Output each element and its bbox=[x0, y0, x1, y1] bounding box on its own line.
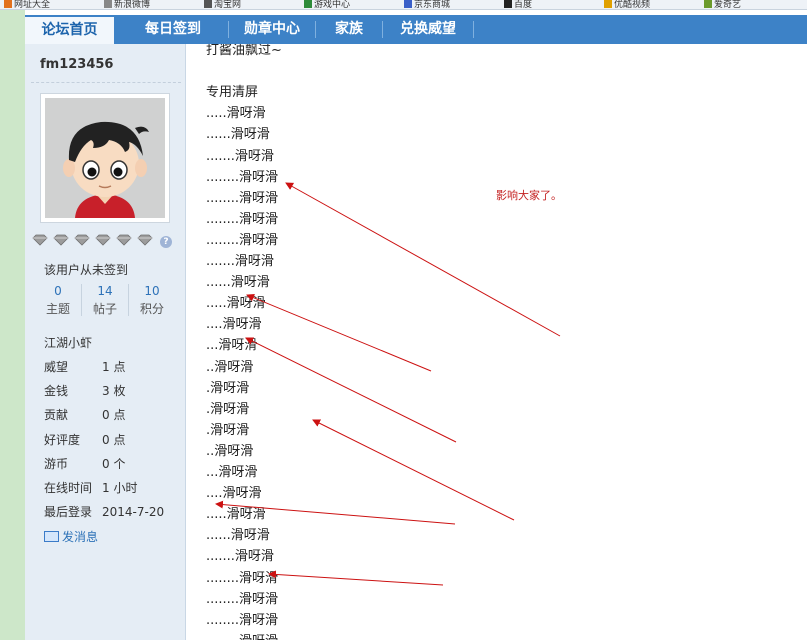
stat-label: 积分 bbox=[139, 302, 164, 316]
info-value: 0 点 bbox=[102, 433, 126, 447]
bookmark-favicon-icon bbox=[404, 0, 412, 8]
cartoon-boy-icon bbox=[45, 98, 165, 218]
bookmark-label: 网址大全 bbox=[14, 0, 51, 10]
info-key: 好评度 bbox=[44, 433, 81, 447]
stat-value: 14 bbox=[97, 284, 113, 298]
username-link[interactable]: fm123456 bbox=[40, 57, 113, 72]
bookmark-label: 京东商城 bbox=[414, 0, 451, 10]
info-row-last-login: 最后登录 2014-7-20 bbox=[44, 503, 164, 520]
tab-exchange-prestige[interactable]: 兑换威望 bbox=[383, 15, 473, 44]
info-row-rating: 好评度 0 点 bbox=[44, 431, 125, 448]
tab-medal-center[interactable]: 勋章中心 bbox=[229, 15, 315, 44]
help-question-icon[interactable]: ? bbox=[160, 236, 172, 248]
bookmark-item[interactable]: 网址大全 bbox=[4, 0, 51, 10]
bookmark-label: 淘宝网 bbox=[214, 0, 242, 10]
envelope-icon bbox=[44, 531, 59, 542]
info-value: 0 个 bbox=[102, 457, 126, 471]
stat-value: 10 bbox=[144, 284, 160, 298]
red-arrow bbox=[246, 293, 432, 372]
tab-family[interactable]: 家族 bbox=[316, 15, 382, 44]
left-side-strip bbox=[0, 10, 25, 640]
info-row-online-time: 在线时间 1 小时 bbox=[44, 479, 137, 496]
bookmark-item[interactable]: 爱奇艺 bbox=[704, 0, 742, 10]
stat-posts[interactable]: 14 帖子 bbox=[82, 284, 128, 317]
info-value: 0 点 bbox=[102, 408, 126, 422]
red-arrow bbox=[285, 182, 561, 337]
post-content: 打酱油飘过~ 专用清屏 .....滑呀滑 ......滑呀滑 .......滑呀滑...… bbox=[186, 44, 807, 640]
info-value: 1 点 bbox=[102, 360, 126, 374]
user-profile-sidebar: fm123456 ? 该用户从未签到 0 主题 14 帖子 10 积分 江湖小虾… bbox=[25, 44, 186, 640]
info-key: 金钱 bbox=[44, 384, 69, 398]
send-message-link[interactable]: 发消息 bbox=[44, 528, 98, 545]
info-key: 威望 bbox=[44, 360, 69, 374]
info-value: 2014-7-20 bbox=[102, 505, 165, 519]
bookmark-favicon-icon bbox=[4, 0, 12, 8]
bookmark-item[interactable]: 淘宝网 bbox=[204, 0, 242, 10]
red-arrow bbox=[215, 500, 456, 525]
info-value: 1 小时 bbox=[102, 481, 138, 495]
info-key: 游币 bbox=[44, 457, 69, 471]
red-arrow bbox=[268, 570, 444, 586]
bookmark-favicon-icon bbox=[304, 0, 312, 8]
checkin-status: 该用户从未签到 bbox=[44, 263, 129, 277]
info-row-contribution: 贡献 0 点 bbox=[44, 406, 125, 423]
stat-topics[interactable]: 0 主题 bbox=[35, 284, 81, 317]
tab-separator bbox=[473, 21, 474, 38]
bookmark-item[interactable]: 游戏中心 bbox=[304, 0, 351, 10]
diamond-icon bbox=[32, 234, 48, 246]
bookmark-item[interactable]: 百度 bbox=[504, 0, 533, 10]
bookmarks-bar: 网址大全 新浪微博 淘宝网 游戏中心 京东商城 百度 优酷视频 爱奇艺 bbox=[0, 0, 807, 10]
bookmark-label: 爱奇艺 bbox=[714, 0, 742, 10]
divider bbox=[31, 82, 181, 83]
send-message-label: 发消息 bbox=[62, 530, 99, 544]
bookmark-label: 新浪微博 bbox=[114, 0, 151, 10]
avatar[interactable] bbox=[40, 93, 170, 223]
stat-points[interactable]: 10 积分 bbox=[129, 284, 175, 317]
forum-nav: 论坛首页 每日签到 勋章中心 家族 兑换威望 bbox=[25, 15, 807, 44]
info-row-money: 金钱 3 枚 bbox=[44, 382, 125, 399]
bookmark-item[interactable]: 京东商城 bbox=[404, 0, 451, 10]
bookmark-favicon-icon bbox=[204, 0, 212, 8]
bookmark-item[interactable]: 优酷视频 bbox=[604, 0, 651, 10]
red-arrows-overlay bbox=[215, 182, 561, 586]
bookmark-favicon-icon bbox=[704, 0, 712, 8]
diamond-icon bbox=[137, 234, 153, 246]
red-arrow bbox=[312, 419, 515, 521]
info-key: 贡献 bbox=[44, 408, 69, 422]
stat-label: 主题 bbox=[45, 302, 70, 316]
bookmark-label: 优酷视频 bbox=[614, 0, 651, 10]
diamond-icon bbox=[74, 234, 90, 246]
stat-label: 帖子 bbox=[92, 302, 117, 316]
diamond-icon bbox=[116, 234, 132, 246]
info-key: 在线时间 bbox=[44, 481, 93, 495]
bookmark-label: 百度 bbox=[514, 0, 533, 10]
avatar-image bbox=[45, 98, 165, 218]
bookmark-favicon-icon bbox=[104, 0, 112, 8]
user-rank: 江湖小虾 bbox=[44, 336, 93, 350]
diamond-icon bbox=[53, 234, 69, 246]
diamond-icon bbox=[95, 234, 111, 246]
bookmark-favicon-icon bbox=[504, 0, 512, 8]
bookmark-item[interactable]: 新浪微博 bbox=[104, 0, 151, 10]
stat-value: 0 bbox=[54, 284, 62, 298]
info-row-prestige: 威望 1 点 bbox=[44, 358, 125, 375]
info-key: 最后登录 bbox=[44, 505, 93, 519]
tab-daily-checkin[interactable]: 每日签到 bbox=[118, 15, 228, 44]
info-value: 3 枚 bbox=[102, 384, 126, 398]
bookmark-favicon-icon bbox=[604, 0, 612, 8]
red-arrow bbox=[245, 337, 457, 443]
tab-forum-home[interactable]: 论坛首页 bbox=[25, 17, 114, 44]
bookmark-label: 游戏中心 bbox=[314, 0, 351, 10]
info-row-game-coins: 游币 0 个 bbox=[44, 455, 125, 472]
